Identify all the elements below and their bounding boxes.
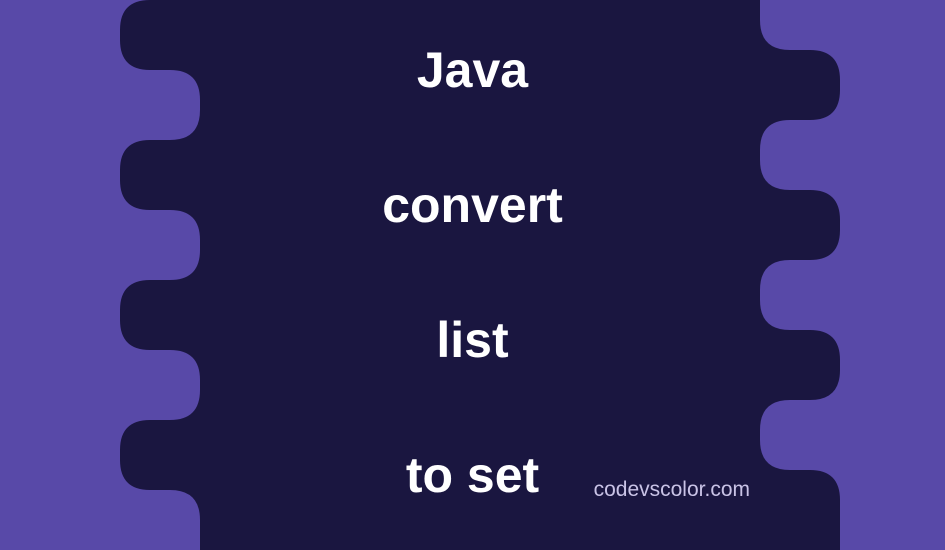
title-line-1: Java	[417, 42, 528, 98]
watermark-text: codevscolor.com	[594, 478, 750, 502]
title-line-3: list	[436, 312, 508, 368]
title-line-2: convert	[382, 177, 563, 233]
title-line-4: to set	[406, 447, 539, 503]
banner-graphic: Java convert list to set codevscolor.com	[0, 0, 945, 532]
title-text: Java convert list to set	[382, 0, 563, 509]
